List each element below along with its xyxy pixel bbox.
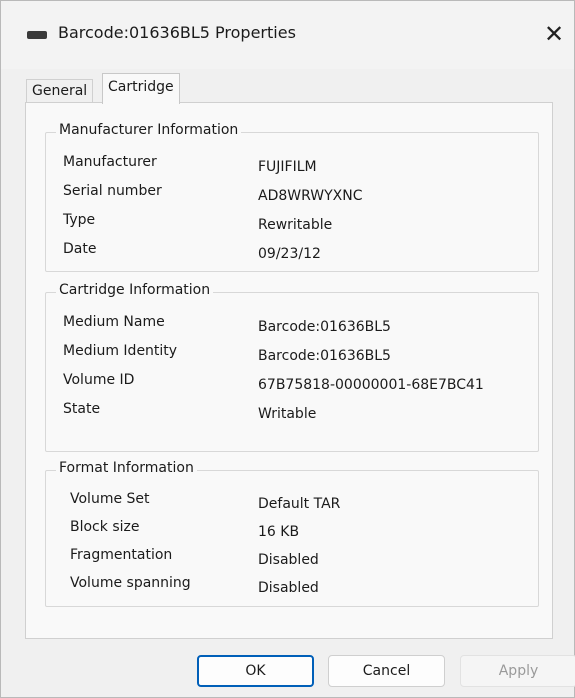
type-label: Type [63,212,96,228]
group-title: Manufacturer Information [56,122,242,138]
block-size-label: Block size [70,519,140,535]
volume-spanning-value: Disabled [258,580,319,596]
volume-set-value: Default TAR [258,496,341,512]
volume-id-value: 67B75818-00000001-68E7BC41 [258,377,484,393]
group-title: Cartridge Information [56,282,214,298]
manufacturer-information-group: Manufacturer Information Manufacturer FU… [45,122,539,272]
cancel-button[interactable]: Cancel [328,655,445,687]
date-value: 09/23/12 [258,246,321,262]
tab-cartridge[interactable]: Cartridge [102,73,180,104]
window-title: Barcode:01636BL5 Properties [58,23,296,42]
state-label: State [63,401,101,417]
volume-set-label: Volume Set [70,491,150,507]
manufacturer-value: FUJIFILM [258,159,317,175]
medium-name-value: Barcode:01636BL5 [258,319,391,335]
serial-number-label: Serial number [63,183,162,199]
manufacturer-label: Manufacturer [63,154,157,170]
cartridge-information-group: Cartridge Information Medium Name Barcod… [45,282,539,452]
date-label: Date [63,241,97,257]
state-value: Writable [258,406,317,422]
block-size-value: 16 KB [258,524,300,540]
ok-button[interactable]: OK [197,655,314,687]
medium-name-label: Medium Name [63,314,165,330]
type-value: Rewritable [258,217,333,233]
fragmentation-value: Disabled [258,552,319,568]
tab-general[interactable]: General [26,79,94,102]
tape-drive-icon [27,31,47,39]
title-bar: Barcode:01636BL5 Properties ✕ [1,1,574,69]
tab-strip: General Cartridge [1,69,574,104]
group-title: Format Information [56,460,197,476]
medium-identity-label: Medium Identity [63,343,178,359]
medium-identity-value: Barcode:01636BL5 [258,348,391,364]
properties-dialog: Barcode:01636BL5 Properties ✕ General Ca… [0,0,575,698]
fragmentation-label: Fragmentation [70,547,173,563]
format-information-group: Format Information Volume Set Default TA… [45,460,539,607]
serial-number-value: AD8WRWYXNC [258,188,363,204]
close-button[interactable]: ✕ [539,19,569,49]
apply-button[interactable]: Apply [460,655,575,687]
volume-id-label: Volume ID [63,372,135,388]
cartridge-tab-panel: Manufacturer Information Manufacturer FU… [25,102,553,639]
volume-spanning-label: Volume spanning [70,575,191,591]
